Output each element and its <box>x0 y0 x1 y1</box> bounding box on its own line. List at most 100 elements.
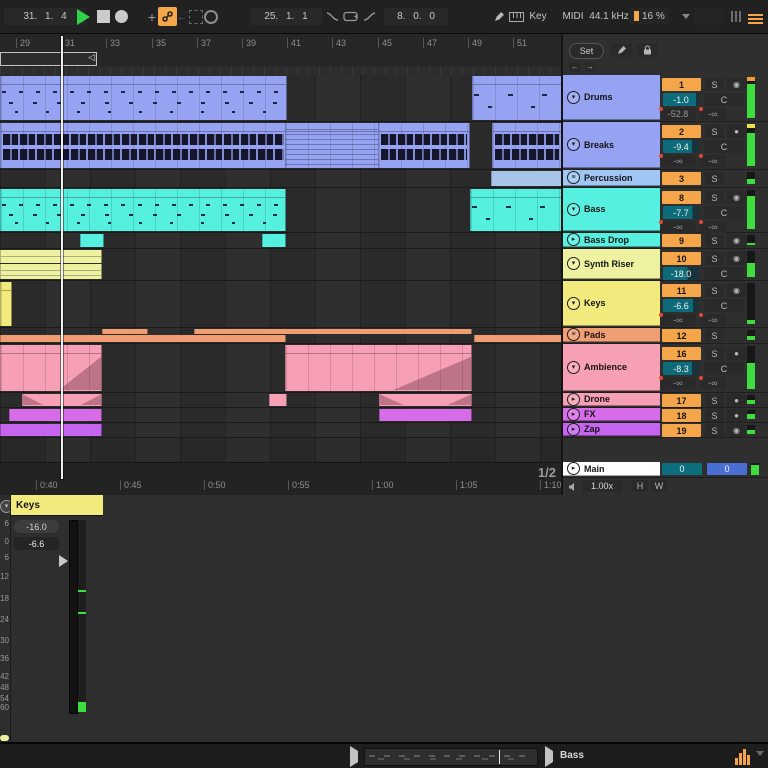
stop-button[interactable] <box>96 7 110 26</box>
track-number-button[interactable]: 10 <box>662 252 701 265</box>
arm-button[interactable]: ◉ <box>727 191 746 204</box>
lane-drone[interactable] <box>0 393 561 408</box>
beat-time-ruler[interactable]: 293133353739414345474951 <box>0 36 561 52</box>
send-b-display[interactable]: -∞ <box>700 314 726 326</box>
down-fold-icon[interactable]: ▾ <box>567 138 580 151</box>
clip-drone[interactable] <box>379 394 472 406</box>
volume-display[interactable]: -9.4 <box>663 140 699 153</box>
send-a-display[interactable]: -∞ <box>660 221 696 233</box>
track-row-zap[interactable]: ▸Zap19S◉ <box>563 423 768 438</box>
clip-fx[interactable] <box>9 409 102 421</box>
group-fold-icon[interactable]: ≡ <box>567 328 580 341</box>
send-b-display[interactable]: -∞ <box>700 377 726 389</box>
draw-automation-button[interactable] <box>611 43 632 57</box>
pan-display[interactable]: C <box>704 93 744 106</box>
down-fold-icon[interactable]: ▾ <box>567 91 580 104</box>
clip-breaks[interactable] <box>285 123 380 168</box>
device-preview-play-button[interactable] <box>545 751 553 762</box>
scrub-area[interactable] <box>0 67 561 75</box>
send-b-display[interactable]: -∞ <box>700 155 726 167</box>
time-ruler[interactable]: 1/2 0:400:450:500:551:001:051:10 <box>0 462 561 496</box>
lane-bass-drop[interactable] <box>0 233 561 249</box>
solo-button[interactable]: S <box>705 347 724 360</box>
track-row-bass-drop[interactable]: ▸Bass Drop9S◉ <box>563 233 768 249</box>
track-header-bass-drop[interactable]: ▸Bass Drop <box>563 233 660 247</box>
clip-breaks[interactable] <box>492 123 562 168</box>
peak-level-display[interactable]: -16.0 <box>14 520 59 533</box>
track-row-bass[interactable]: ▾Bass8S◉-7.7C-∞-∞ <box>563 188 768 233</box>
track-number-button[interactable]: 8 <box>662 191 701 204</box>
punch-out-button[interactable] <box>362 7 376 26</box>
key-map-button[interactable]: Key <box>527 7 549 26</box>
volume-display[interactable]: -8.3 <box>663 362 699 375</box>
midi-map-button[interactable]: MIDI <box>560 7 586 26</box>
lane-zap[interactable] <box>0 423 561 438</box>
lane-drums[interactable] <box>0 75 561 122</box>
track-number-button[interactable]: 3 <box>662 172 701 185</box>
track-row-keys[interactable]: ▾Keys11S◉-6.6C-∞-∞ <box>563 281 768 328</box>
right-fold-icon[interactable]: ▸ <box>567 393 580 406</box>
automation-mode-button[interactable] <box>158 7 177 26</box>
record-button[interactable] <box>114 7 128 26</box>
clip-breaks[interactable] <box>378 123 470 168</box>
pan-display[interactable]: C <box>704 267 744 280</box>
arm-button[interactable]: ◉ <box>727 284 746 297</box>
loop-start-display[interactable]: 25. 1. 1 <box>250 8 322 25</box>
solo-button[interactable]: S <box>705 394 724 407</box>
lane-ambience[interactable] <box>0 344 561 393</box>
send-b-display[interactable]: -∞ <box>700 108 726 120</box>
clip-pads[interactable] <box>102 329 148 334</box>
punch-in-button[interactable] <box>325 7 339 26</box>
pan-display[interactable]: C <box>704 140 744 153</box>
send-a-display[interactable]: -∞ <box>660 155 696 167</box>
clip-percussion[interactable] <box>491 171 562 186</box>
clip-ambience[interactable] <box>0 345 102 391</box>
track-header-keys[interactable]: ▾Keys <box>563 281 660 326</box>
clip-bass[interactable] <box>0 189 286 231</box>
track-row-breaks[interactable]: ▾Breaks2S●-9.4C-∞-∞ <box>563 122 768 170</box>
arm-button[interactable]: ◉ <box>727 424 746 437</box>
track-number-button[interactable]: 1 <box>662 78 701 91</box>
clip-pads[interactable] <box>474 335 562 342</box>
main-level-display[interactable]: 0 <box>707 463 747 475</box>
clip-drums[interactable] <box>472 76 562 120</box>
lane-fx[interactable] <box>0 408 561 423</box>
lock-envelopes-button[interactable] <box>637 43 658 57</box>
volume-display[interactable]: -7.7 <box>663 206 699 219</box>
arm-button[interactable]: ◉ <box>727 234 746 247</box>
solo-button[interactable]: S <box>705 284 724 297</box>
track-row-percussion[interactable]: ≡Percussion3S <box>563 170 768 188</box>
fold-right-icon[interactable]: ▸ <box>567 462 580 475</box>
cpu-meter[interactable]: 16 % <box>630 8 669 24</box>
volume-display[interactable]: -6.6 <box>663 299 699 312</box>
clip-bass-drop[interactable] <box>80 234 104 247</box>
clip-drone[interactable] <box>269 394 287 406</box>
arm-button[interactable]: ● <box>727 347 746 360</box>
send-a-display[interactable]: -∞ <box>660 314 696 326</box>
clip-keys[interactable] <box>0 282 12 326</box>
right-fold-icon[interactable]: ▸ <box>567 233 580 246</box>
pan-display[interactable]: C <box>704 299 744 312</box>
track-row-drums[interactable]: ▾Drums1S◉-1.0C-52.8-∞ <box>563 75 768 122</box>
right-fold-icon[interactable]: ▸ <box>567 423 580 436</box>
clip-drums[interactable] <box>0 76 287 120</box>
arm-button[interactable]: ◉ <box>727 78 746 91</box>
track-header-pads[interactable]: ≡Pads <box>563 328 660 342</box>
clip-zap[interactable] <box>0 424 102 436</box>
track-number-button[interactable]: 19 <box>662 424 701 437</box>
arm-button[interactable]: ● <box>727 409 746 422</box>
track-row-ambience[interactable]: ▾Ambience16S●-8.3C-∞-∞ <box>563 344 768 393</box>
track-number-button[interactable]: 16 <box>662 347 701 360</box>
spectrum-icon[interactable] <box>735 749 750 765</box>
pan-display[interactable]: C <box>704 362 744 375</box>
half-rate-button[interactable]: H <box>632 480 648 492</box>
track-header-drums[interactable]: ▾Drums <box>563 75 660 120</box>
arrangement-lanes[interactable] <box>0 75 561 462</box>
lane-bass[interactable] <box>0 188 561 233</box>
track-header-percussion[interactable]: ≡Percussion <box>563 170 660 186</box>
send-a-display[interactable]: -52.8 <box>660 108 696 120</box>
arm-button[interactable]: ● <box>727 394 746 407</box>
play-button[interactable] <box>75 7 91 26</box>
playback-rate-display[interactable]: 1.00x <box>582 480 622 492</box>
track-row-drone[interactable]: ▸Drone17S● <box>563 393 768 408</box>
